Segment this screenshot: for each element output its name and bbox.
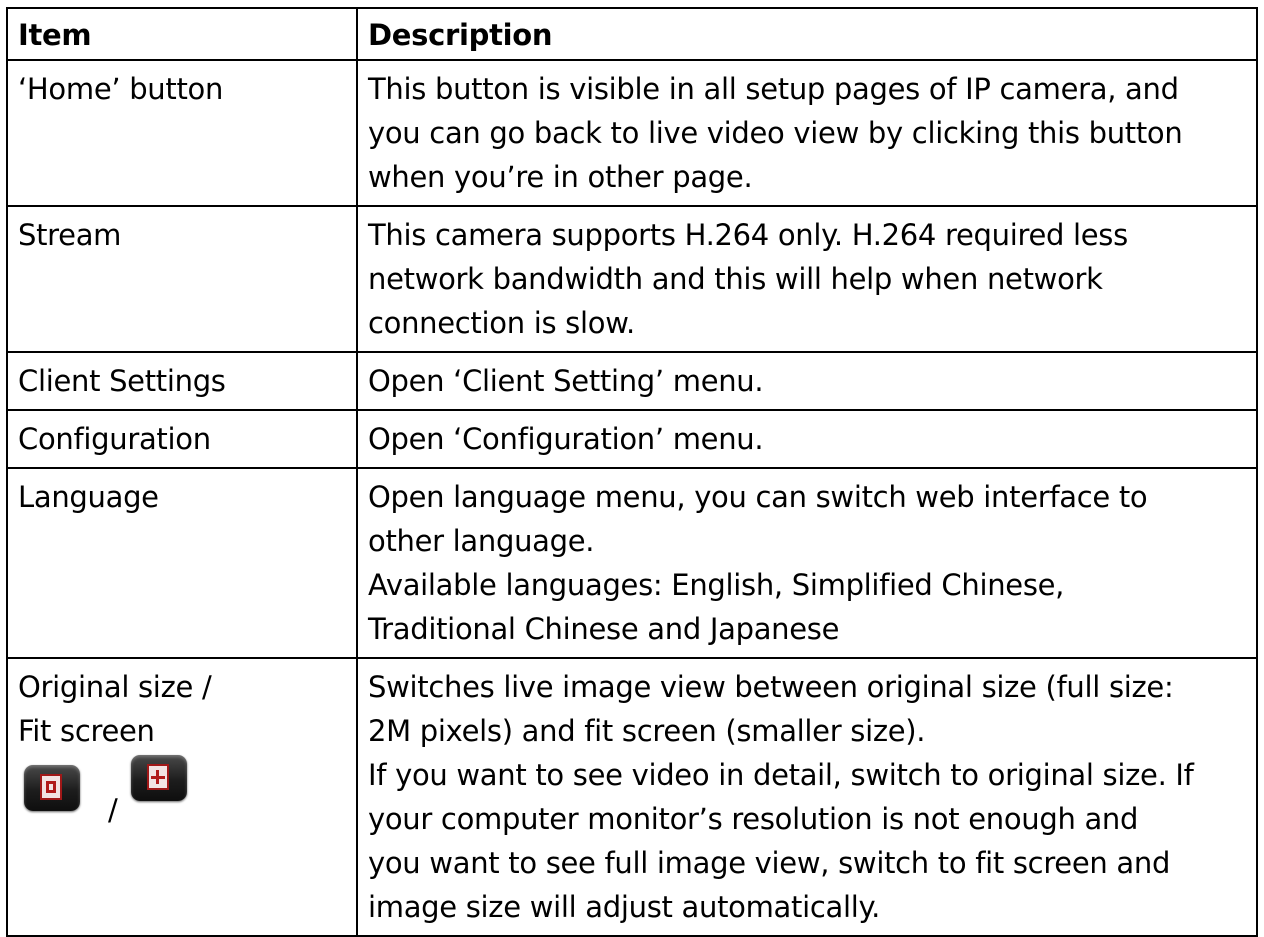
icon-separator: / (108, 793, 118, 827)
item-cell: Stream (6, 205, 358, 353)
item-cell: ‘Home’ button (6, 59, 358, 207)
description-line: when you’re in other page. (368, 160, 753, 194)
description-line: This button is visible in all setup page… (368, 72, 1179, 106)
item-label: ‘Home’ button (18, 72, 224, 106)
description-cell: Open ‘Client Setting’ menu. (356, 351, 1258, 411)
description-line: connection is slow. (368, 306, 635, 340)
header-description: Description (356, 7, 1258, 61)
description-cell: This camera supports H.264 only. H.264 r… (356, 205, 1258, 353)
item-cell: Client Settings (6, 351, 358, 411)
fit-screen-icon (131, 755, 188, 801)
description-line: network bandwidth and this will help whe… (368, 262, 1103, 296)
item-cell: Original size / Fit screen / (6, 657, 358, 937)
description-line: you want to see full image view, switch … (368, 846, 1171, 880)
description-cell: Open language menu, you can switch web i… (356, 467, 1258, 659)
table-row: Client Settings Open ‘Client Setting’ me… (6, 351, 1258, 411)
item-label: Original size / (18, 670, 212, 704)
table-row: Language Open language menu, you can swi… (6, 467, 1258, 659)
description-line: Traditional Chinese and Japanese (368, 612, 840, 646)
item-label: Client Settings (18, 364, 226, 398)
description-cell: This button is visible in all setup page… (356, 59, 1258, 207)
description-line: This camera supports H.264 only. H.264 r… (368, 218, 1128, 252)
table-row: ‘Home’ button This button is visible in … (6, 59, 1258, 207)
description-line: Open ‘Configuration’ menu. (368, 422, 764, 456)
description-line: Open ‘Client Setting’ menu. (368, 364, 764, 398)
item-cell: Configuration (6, 409, 358, 469)
table-header-row: Item Description (6, 7, 1258, 61)
header-item: Item (6, 7, 358, 61)
description-line: 2M pixels) and fit screen (smaller size)… (368, 714, 926, 748)
item-label: Fit screen (18, 714, 155, 748)
description-line: your computer monitor’s resolution is no… (368, 802, 1139, 836)
description-line: image size will adjust automatically. (368, 890, 881, 924)
description-line: other language. (368, 524, 595, 558)
item-cell: Language (6, 467, 358, 659)
original-size-icon (24, 765, 80, 811)
description-line: If you want to see video in detail, swit… (368, 758, 1194, 792)
description-cell: Switches live image view between origina… (356, 657, 1258, 937)
description-line: you can go back to live video view by cl… (368, 116, 1183, 150)
item-label: Configuration (18, 422, 211, 456)
table-row: Stream This camera supports H.264 only. … (6, 205, 1258, 353)
description-line: Available languages: English, Simplified… (368, 568, 1065, 602)
table-row: Original size / Fit screen / Switches li… (6, 657, 1258, 937)
description-line: Switches live image view between origina… (368, 670, 1174, 704)
item-label: Stream (18, 218, 122, 252)
description-cell: Open ‘Configuration’ menu. (356, 409, 1258, 469)
view-mode-icons: / (18, 755, 346, 827)
item-label: Language (18, 480, 159, 514)
table-row: Configuration Open ‘Configuration’ menu. (6, 409, 1258, 469)
description-line: Open language menu, you can switch web i… (368, 480, 1148, 514)
description-table: Item Description ‘Home’ button This butt… (6, 7, 1258, 937)
